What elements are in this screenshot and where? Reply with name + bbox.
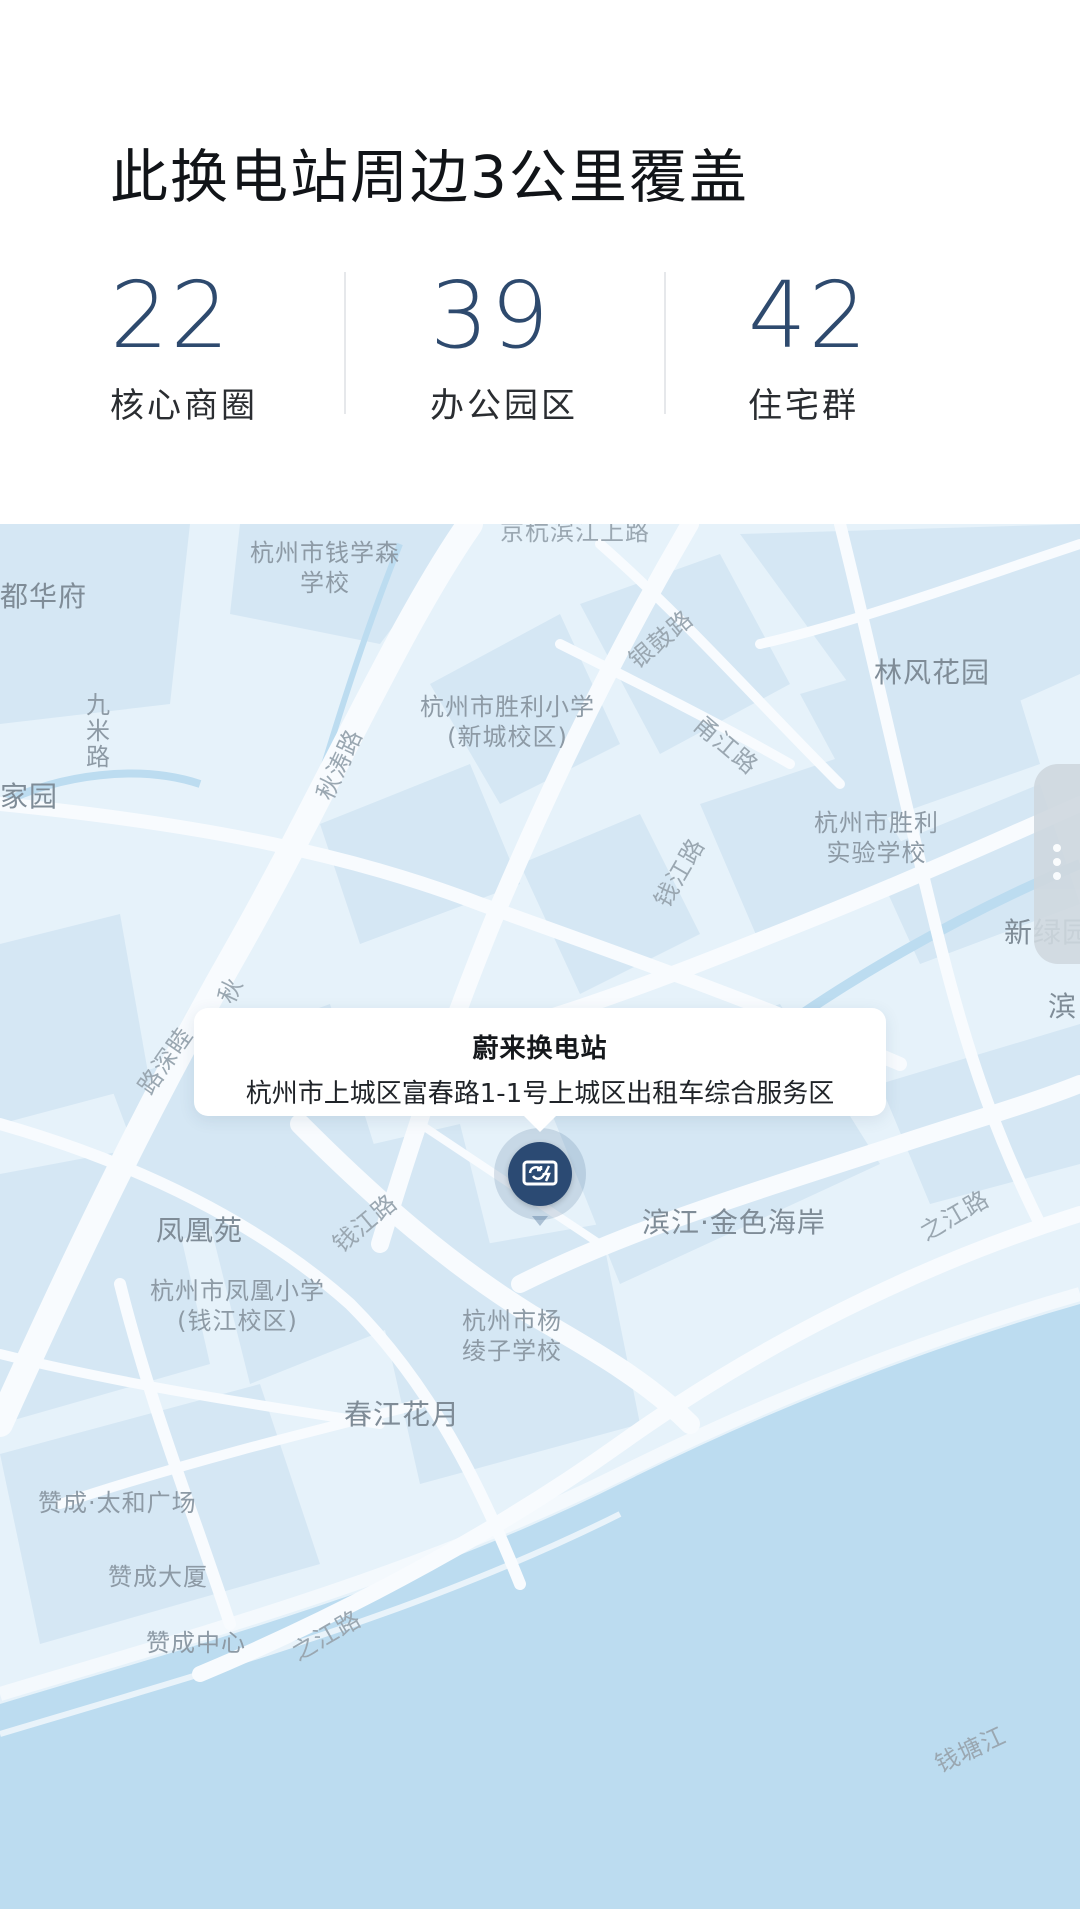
stat-label: 核心商圈 bbox=[110, 386, 258, 426]
station-info-popup[interactable]: 蔚来换电站 杭州市上城区富春路1-1号上城区出租车综合服务区 bbox=[194, 1008, 886, 1132]
stat-residential: 42 住宅群 bbox=[748, 268, 1008, 427]
battery-swap-icon bbox=[508, 1142, 572, 1206]
more-dots-icon bbox=[1034, 844, 1080, 886]
road-jiumi: 九 米 路 bbox=[86, 691, 111, 771]
poi-shengli-shiyan-school[interactable]: 杭州市胜利 实验学校 bbox=[814, 808, 939, 868]
stat-divider bbox=[344, 272, 346, 414]
station-name: 蔚来换电站 bbox=[472, 1034, 608, 1064]
stat-business-districts: 22 核心商圈 bbox=[110, 268, 370, 427]
coverage-title: 此换电站周边3公里覆盖 bbox=[110, 143, 749, 211]
stat-label: 住宅群 bbox=[748, 386, 859, 426]
poi-bin[interactable]: 滨 bbox=[1048, 990, 1077, 1024]
poi-binjiang-gold-coast[interactable]: 滨江·金色海岸 bbox=[642, 1206, 826, 1240]
map-view[interactable]: 杭州市钱学森 学校 都华府 九 米 路 家园 杭州市胜利小学 (新城校区) 林风… bbox=[0, 524, 1080, 1909]
poi-qianxuesen-school[interactable]: 杭州市钱学森 学校 bbox=[250, 538, 400, 598]
stat-value: 42 bbox=[748, 262, 870, 369]
poi-linfeng-garden[interactable]: 林风花园 bbox=[874, 656, 990, 690]
road-top-cut: 京杭滨江上路 bbox=[500, 524, 650, 546]
poi-shengli-xincheng-school[interactable]: 杭州市胜利小学 (新城校区) bbox=[420, 692, 595, 752]
poi-yanglingzi-school[interactable]: 杭州市杨 绫子学校 bbox=[462, 1306, 562, 1366]
stat-value: 22 bbox=[110, 262, 232, 369]
poi-fenghuang-school[interactable]: 杭州市凤凰小学 (钱江校区) bbox=[150, 1276, 325, 1336]
station-address: 杭州市上城区富春路1-1号上城区出租车综合服务区 bbox=[245, 1079, 835, 1109]
poi-chunjiang-huayue[interactable]: 春江花月 bbox=[344, 1398, 460, 1432]
coverage-header: 此换电站周边3公里覆盖 22 核心商圈 39 办公园区 42 住宅群 bbox=[0, 0, 1080, 524]
poi-fenghuangyuan[interactable]: 凤凰苑 bbox=[156, 1214, 243, 1248]
stat-label: 办公园区 bbox=[430, 386, 578, 426]
poi-duhuafu[interactable]: 都华府 bbox=[0, 580, 87, 614]
side-drawer-handle[interactable] bbox=[1034, 764, 1080, 964]
poi-zancheng-taihe[interactable]: 赞成·太和广场 bbox=[38, 1488, 197, 1518]
stat-value: 39 bbox=[430, 262, 552, 369]
stat-office-parks: 39 办公园区 bbox=[430, 268, 690, 427]
stat-divider bbox=[664, 272, 666, 414]
station-marker[interactable] bbox=[494, 1128, 586, 1226]
poi-jiayuan[interactable]: 家园 bbox=[0, 780, 58, 814]
poi-zancheng-center[interactable]: 赞成中心 bbox=[146, 1628, 246, 1658]
poi-zancheng-dasha[interactable]: 赞成大厦 bbox=[108, 1562, 208, 1592]
